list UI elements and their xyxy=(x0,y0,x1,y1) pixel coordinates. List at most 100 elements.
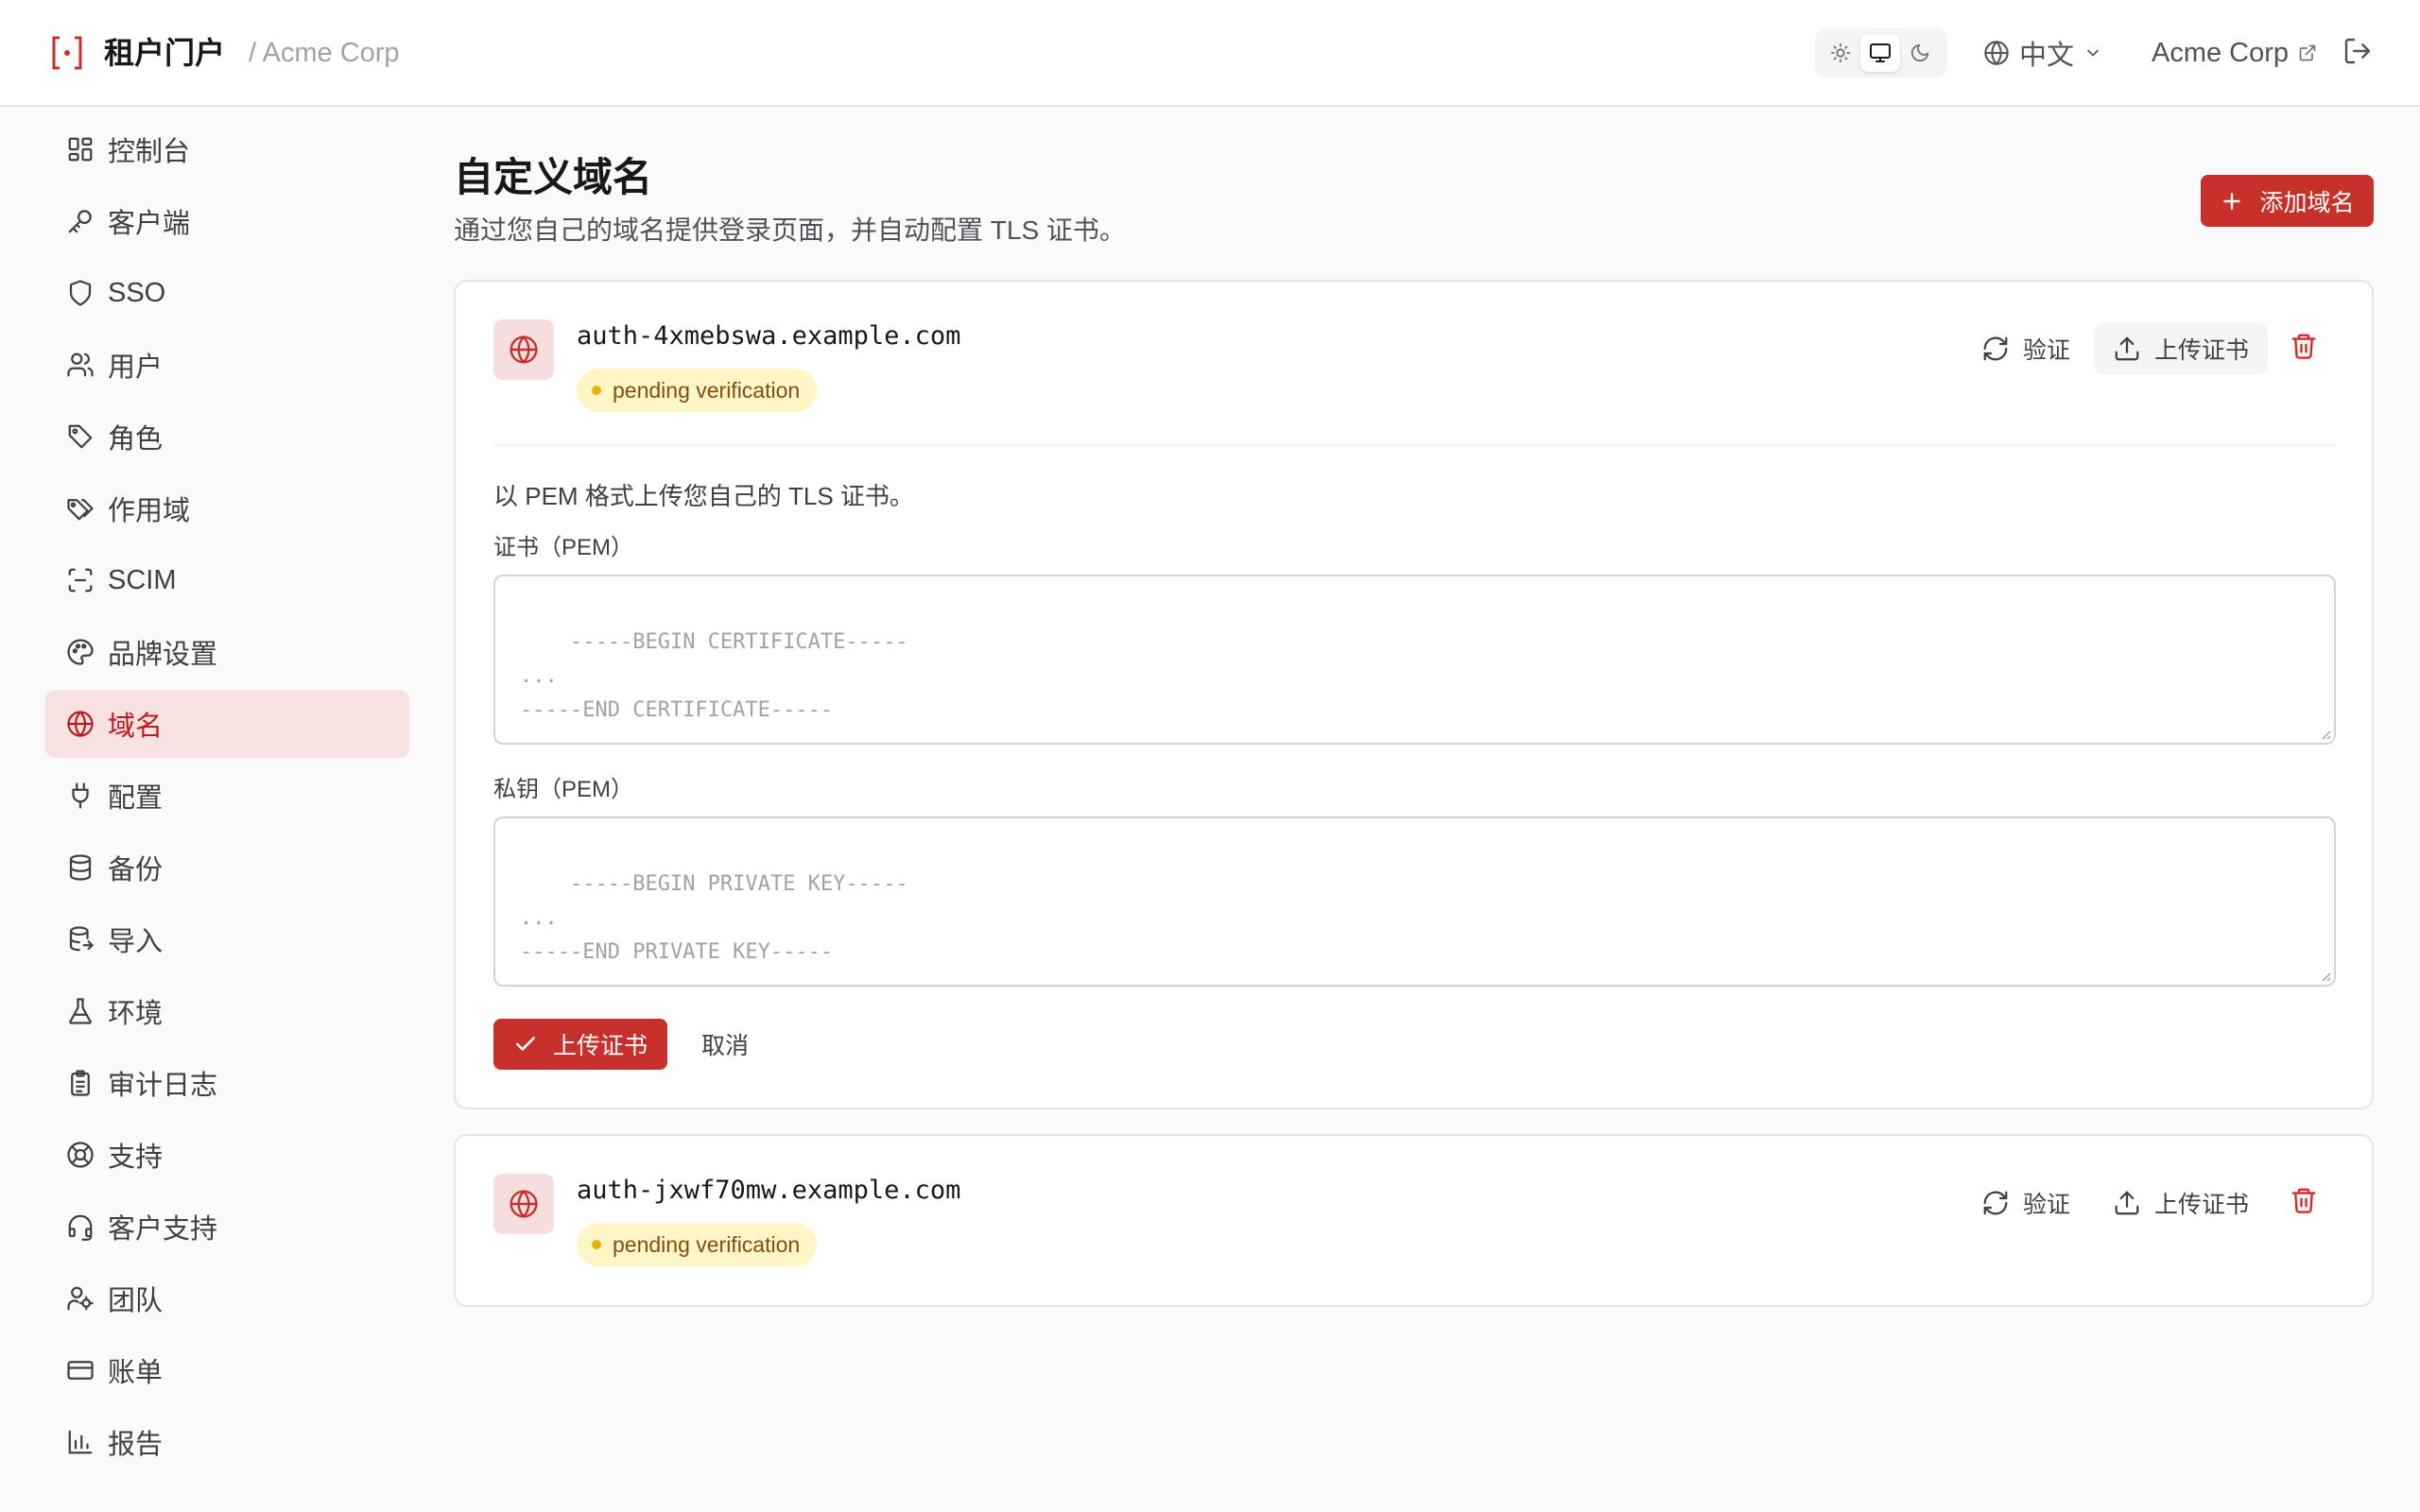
sidebar-item-support[interactable]: 支持 xyxy=(45,1121,409,1189)
page-title: 自定义域名 xyxy=(454,155,653,199)
top-header: 租户门户 / Acme Corp 中文 Acme Corp xyxy=(0,0,2420,107)
bar-chart-icon xyxy=(66,1428,95,1456)
sidebar-item-label: 角色 xyxy=(108,424,164,455)
language-label: 中文 xyxy=(2019,41,2075,71)
dashboard-icon xyxy=(66,135,95,163)
trash-icon[interactable] xyxy=(2290,1185,2318,1215)
tenant-external-link[interactable]: Acme Corp xyxy=(2152,34,2317,72)
refresh-icon xyxy=(1981,1189,2010,1217)
sidebar-item-clients[interactable]: 客户端 xyxy=(45,187,409,255)
status-dot xyxy=(592,386,601,395)
private-key-label: 私钥（PEM） xyxy=(493,777,634,802)
verify-button[interactable]: 验证 xyxy=(1972,1177,2080,1228)
sun-icon xyxy=(1830,43,1851,63)
sidebar-item-label: 客户端 xyxy=(108,209,191,239)
sidebar-item-scim[interactable]: SCIM xyxy=(45,546,409,614)
language-selector[interactable]: 中文 xyxy=(1983,34,2102,72)
theme-light-button[interactable] xyxy=(1821,34,1860,72)
verify-button[interactable]: 验证 xyxy=(1972,323,2080,374)
resize-grip-icon[interactable] xyxy=(2317,968,2332,983)
sidebar-item-dashboard[interactable]: 控制台 xyxy=(45,115,409,183)
domain-name: auth-jxwf70mw.example.com xyxy=(577,1176,961,1205)
breadcrumb[interactable]: / Acme Corp xyxy=(249,34,400,72)
sidebar-item-team[interactable]: 团队 xyxy=(45,1264,409,1332)
submit-upload-button[interactable]: 上传证书 xyxy=(493,1019,667,1070)
sidebar-item-label: 环境 xyxy=(108,999,164,1029)
logout-icon[interactable] xyxy=(2342,36,2373,66)
sidebar-item-label: 支持 xyxy=(108,1143,164,1173)
sidebar-item-audit-log[interactable]: 审计日志 xyxy=(45,1049,409,1117)
users-icon xyxy=(66,351,95,379)
app-title: 租户门户 xyxy=(104,36,226,70)
upload-form-description: 以 PEM 格式上传您自己的 TLS 证书。 xyxy=(493,482,914,510)
domain-card: auth-jxwf70mw.example.com pending verifi… xyxy=(454,1134,2374,1307)
logo-icon xyxy=(50,34,84,72)
database-icon xyxy=(66,853,95,882)
chevron-down-icon xyxy=(2083,43,2102,62)
scan-icon xyxy=(66,566,95,594)
domain-card: auth-4xmebswa.example.com pending verifi… xyxy=(454,280,2374,1109)
clipboard-icon xyxy=(66,1069,95,1097)
sidebar-item-label: 作用域 xyxy=(108,496,191,526)
sidebar-item-customer-support[interactable]: 客户支持 xyxy=(45,1193,409,1261)
status-dot xyxy=(592,1240,601,1249)
globe-icon xyxy=(66,710,95,738)
key-icon xyxy=(66,207,95,235)
sidebar-item-billing[interactable]: 账单 xyxy=(45,1336,409,1404)
theme-dark-button[interactable] xyxy=(1900,34,1940,72)
certificate-label: 证书（PEM） xyxy=(493,535,634,560)
verify-label: 验证 xyxy=(2023,1192,2071,1218)
sidebar-item-users[interactable]: 用户 xyxy=(45,331,409,399)
upload-certificate-button[interactable]: 上传证书 xyxy=(2094,1177,2268,1228)
sidebar-item-label: 账单 xyxy=(108,1358,164,1388)
check-icon xyxy=(513,1032,538,1057)
sidebar-item-label: 控制台 xyxy=(108,137,191,167)
add-domain-label: 添加域名 xyxy=(2259,189,2355,216)
certificate-placeholder: -----BEGIN CERTIFICATE----- ... -----END… xyxy=(520,630,908,722)
external-link-icon xyxy=(2298,43,2317,62)
private-key-textarea[interactable]: -----BEGIN PRIVATE KEY----- ... -----END… xyxy=(493,816,2336,987)
database-import-icon xyxy=(66,925,95,954)
sidebar-item-roles[interactable]: 角色 xyxy=(45,403,409,471)
sidebar-item-sso[interactable]: SSO xyxy=(45,259,409,327)
theme-switcher xyxy=(1815,28,1947,77)
palette-icon xyxy=(66,638,95,666)
sidebar-item-environments[interactable]: 环境 xyxy=(45,977,409,1045)
upload-icon xyxy=(2113,1189,2141,1217)
cancel-button[interactable]: 取消 xyxy=(701,1019,749,1070)
sidebar-item-scopes[interactable]: 作用域 xyxy=(45,474,409,542)
resize-grip-icon[interactable] xyxy=(2317,726,2332,741)
sidebar-item-label: 报告 xyxy=(108,1430,164,1460)
sidebar-item-label: 客户支持 xyxy=(108,1214,218,1245)
sidebar-item-config[interactable]: 配置 xyxy=(45,762,409,830)
sidebar-item-domains[interactable]: 域名 xyxy=(45,690,409,758)
sidebar-item-label: 用户 xyxy=(108,352,164,383)
upload-icon xyxy=(2113,335,2141,363)
status-label: pending verification xyxy=(613,1231,801,1257)
certificate-textarea[interactable]: -----BEGIN CERTIFICATE----- ... -----END… xyxy=(493,575,2336,745)
sidebar-item-label: 导入 xyxy=(108,927,164,957)
globe-icon xyxy=(1983,40,2010,66)
sidebar-item-backup[interactable]: 备份 xyxy=(45,833,409,902)
sidebar-item-label: 品牌设置 xyxy=(108,640,218,670)
trash-icon[interactable] xyxy=(2290,331,2318,361)
add-domain-button[interactable]: 添加域名 xyxy=(2201,175,2374,227)
status-badge: pending verification xyxy=(577,369,818,412)
upload-certificate-button[interactable]: 上传证书 xyxy=(2094,323,2268,374)
theme-system-button[interactable] xyxy=(1860,34,1900,72)
lifebuoy-icon xyxy=(66,1141,95,1169)
sidebar-item-label: SCIM xyxy=(108,564,177,595)
card-divider xyxy=(493,444,2336,446)
status-badge: pending verification xyxy=(577,1223,818,1266)
sidebar-item-import[interactable]: 导入 xyxy=(45,905,409,973)
sidebar-item-label: 备份 xyxy=(108,855,164,885)
sidebar-item-reports[interactable]: 报告 xyxy=(45,1408,409,1476)
domain-globe-icon xyxy=(493,319,554,380)
sidebar-item-branding[interactable]: 品牌设置 xyxy=(45,618,409,686)
plus-icon xyxy=(2220,189,2244,214)
moon-icon xyxy=(1910,43,1930,63)
refresh-icon xyxy=(1981,335,2010,363)
monitor-icon xyxy=(1869,42,1892,64)
tag-icon xyxy=(66,422,95,451)
plug-icon xyxy=(66,782,95,810)
